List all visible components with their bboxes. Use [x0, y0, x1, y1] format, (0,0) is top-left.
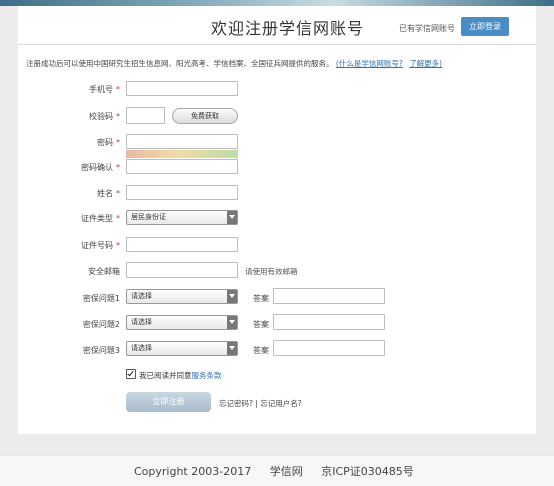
terms-link[interactable]: 服务条款: [192, 371, 222, 380]
answer-3-label: 答案: [253, 346, 269, 355]
terms-agreement: 我已阅读并同意服务条款: [126, 369, 222, 381]
id-number-input[interactable]: [126, 237, 238, 252]
password-label: 密码 *: [97, 138, 120, 147]
security-question-3-label: 密保问题3: [82, 346, 120, 355]
name-input[interactable]: [126, 185, 238, 200]
answer-2-input[interactable]: [273, 314, 385, 330]
chevron-down-icon: [227, 211, 237, 224]
security-question-2-select[interactable]: 请选择: [126, 315, 238, 330]
select-placeholder: 请选择: [131, 318, 152, 326]
answer-2-label: 答案: [253, 320, 269, 329]
chevron-down-icon: [227, 290, 237, 303]
phone-input[interactable]: [126, 81, 238, 96]
forgot-separator: |: [255, 399, 258, 408]
login-button[interactable]: 立即登录: [461, 17, 509, 36]
forgot-password-link[interactable]: 忘记密码?: [219, 399, 253, 408]
password-strength-bar: [126, 150, 238, 158]
id-type-label: 证件类型 *: [81, 214, 120, 223]
have-account-text: 已有学信网账号: [399, 24, 455, 33]
security-question-1-label: 密保问题1: [82, 294, 120, 303]
notice-text: 注册成功后可以使用中国研究生招生信息网、阳光高考、学信档案、全国征兵网提供的服务…: [26, 59, 334, 68]
email-input[interactable]: [126, 262, 238, 278]
site-name: 学信网: [269, 465, 303, 478]
name-label: 姓名 *: [97, 189, 120, 198]
answer-1-input[interactable]: [273, 288, 385, 304]
icp-number: 京ICP证030485号: [321, 465, 414, 478]
id-type-select[interactable]: 居民身份证: [126, 210, 238, 225]
email-label: 安全邮箱: [88, 267, 120, 276]
agree-text: 我已阅读并同意: [139, 371, 192, 380]
service-notice: 注册成功后可以使用中国研究生招生信息网、阳光高考、学信档案、全国征兵网提供的服务…: [26, 58, 442, 69]
agree-checkbox[interactable]: [126, 369, 136, 379]
page-title: 欢迎注册学信网账号: [211, 19, 365, 38]
code-input[interactable]: [126, 107, 165, 124]
security-question-1-select[interactable]: 请选择: [126, 289, 238, 304]
email-hint: 请使用有效邮箱: [245, 267, 298, 276]
id-type-value: 居民身份证: [131, 213, 166, 221]
forgot-links: 忘记密码? | 忘记用户名?: [219, 398, 302, 409]
copyright-text: Copyright 2003-2017: [134, 465, 252, 478]
chevron-down-icon: [227, 316, 237, 329]
code-label: 校验码 *: [89, 112, 120, 121]
register-button[interactable]: 立即注册: [126, 392, 211, 412]
select-placeholder: 请选择: [131, 292, 152, 300]
learn-more-link[interactable]: 了解更多): [409, 59, 442, 68]
security-question-2-label: 密保问题2: [82, 320, 120, 329]
forgot-username-link[interactable]: 忘记用户名?: [260, 399, 301, 408]
security-question-3-select[interactable]: 请选择: [126, 341, 238, 356]
confirm-password-input[interactable]: [126, 159, 238, 174]
answer-3-input[interactable]: [273, 340, 385, 356]
header-divider: [18, 44, 536, 45]
select-placeholder: 请选择: [131, 344, 152, 352]
password-input[interactable]: [126, 134, 238, 149]
phone-label: 手机号 *: [89, 85, 120, 94]
footer-copyright: Copyright 2003-2017 学信网 京ICP证030485号: [134, 463, 429, 479]
get-code-button[interactable]: 免费获取: [172, 108, 238, 124]
answer-1-label: 答案: [253, 294, 269, 303]
confirm-password-label: 密码确认 *: [81, 163, 120, 172]
chevron-down-icon: [227, 342, 237, 355]
id-number-label: 证件号码 *: [81, 241, 120, 250]
what-is-account-link[interactable]: (什么是学信网账号?: [336, 59, 403, 68]
